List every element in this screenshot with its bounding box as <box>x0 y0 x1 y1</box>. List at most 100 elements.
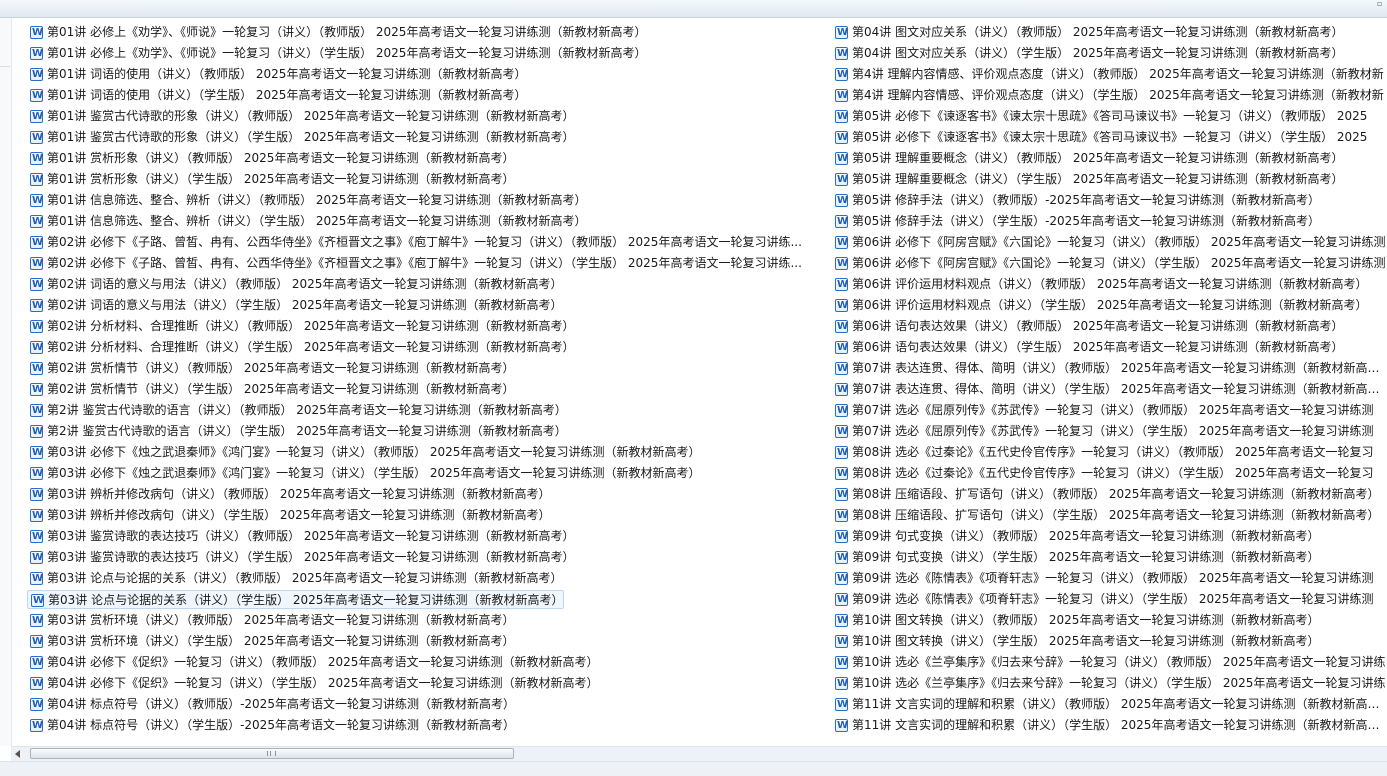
file-item[interactable]: 第02讲 分析材料、合理推断（讲义）（学生版） 2025年高考语文一轮复习讲练测… <box>27 338 574 357</box>
file-item[interactable]: 第07讲 选必《屈原列传》《苏武传》一轮复习（讲义）（学生版） 2025年高考语… <box>832 422 1373 441</box>
file-item[interactable]: 第06讲 必修下《阿房宫赋》《六国论》一轮复习（讲义）（教师版） 2025年高考… <box>832 233 1385 252</box>
file-item[interactable]: 第04讲 图文对应关系（讲义）（教师版） 2025年高考语文一轮复习讲练测（新教… <box>832 23 1343 42</box>
file-item[interactable]: 第09讲 句式变换（讲义）（学生版） 2025年高考语文一轮复习讲练测（新教材新… <box>832 548 1319 567</box>
word-document-icon <box>30 341 43 354</box>
file-item[interactable]: 第09讲 选必《陈情表》《项脊轩志》一轮复习（讲义）（学生版） 2025年高考语… <box>832 590 1373 609</box>
file-item[interactable]: 第04讲 标点符号（讲义）（学生版）-2025年高考语文一轮复习讲练测（新教材新… <box>27 716 515 735</box>
file-item[interactable]: 第01讲 赏析形象（讲义）（教师版） 2025年高考语文一轮复习讲练测（新教材新… <box>27 149 514 168</box>
file-item[interactable]: 第10讲 图文转换（讲义）（学生版） 2025年高考语文一轮复习讲练测（新教材新… <box>832 632 1319 651</box>
file-name-label: 第05讲 修辞手法（讲义）（教师版）-2025年高考语文一轮复习讲练测（新教材新… <box>852 193 1320 207</box>
file-item[interactable]: 第01讲 赏析形象（讲义）（学生版） 2025年高考语文一轮复习讲练测（新教材新… <box>27 170 514 189</box>
word-document-icon <box>30 362 43 375</box>
file-item[interactable]: 第4讲 理解内容情感、评价观点态度（讲义）（教师版） 2025年高考语文一轮复习… <box>832 65 1384 84</box>
word-document-icon <box>30 446 43 459</box>
file-item[interactable]: 第01讲 词语的使用（讲义）（学生版） 2025年高考语文一轮复习讲练测（新教材… <box>27 86 526 105</box>
file-item[interactable]: 第2讲 鉴赏古代诗歌的语言（讲义）（教师版） 2025年高考语文一轮复习讲练测（… <box>27 401 567 420</box>
file-item[interactable]: 第06讲 语句表达效果（讲义）（学生版） 2025年高考语文一轮复习讲练测（新教… <box>832 338 1343 357</box>
file-item[interactable]: 第01讲 必修上《劝学》、《师说》一轮复习（讲义）（教师版） 2025年高考语文… <box>27 23 646 42</box>
file-item[interactable]: 第02讲 词语的意义与用法（讲义）（教师版） 2025年高考语文一轮复习讲练测（… <box>27 275 562 294</box>
file-item[interactable]: 第01讲 信息筛选、整合、辨析（讲义）（学生版） 2025年高考语文一轮复习讲练… <box>27 212 586 231</box>
file-name-label: 第01讲 信息筛选、整合、辨析（讲义）（学生版） 2025年高考语文一轮复习讲练… <box>47 214 587 228</box>
word-document-icon <box>835 383 848 396</box>
file-name-label: 第07讲 选必《屈原列传》《苏武传》一轮复习（讲义）（教师版） 2025年高考语… <box>852 403 1374 417</box>
file-name-label: 第04讲 必修下《促织》一轮复习（讲义）（教师版） 2025年高考语文一轮复习讲… <box>47 655 599 669</box>
file-item[interactable]: 第11讲 文言实词的理解和积累（讲义）（教师版） 2025年高考语文一轮复习讲练… <box>832 695 1387 714</box>
file-item[interactable]: 第08讲 压缩语段、扩写语句（讲义）（学生版） 2025年高考语文一轮复习讲练测… <box>832 506 1379 525</box>
file-item[interactable]: 第09讲 句式变换（讲义）（教师版） 2025年高考语文一轮复习讲练测（新教材新… <box>832 527 1319 546</box>
file-item[interactable]: 第02讲 必修下《子路、曾皙、冉有、公西华侍坐》《齐桓晋文之事》《庖丁解牛》一轮… <box>27 233 802 252</box>
file-item[interactable]: 第07讲 表达连贯、得体、简明（讲义）（学生版） 2025年高考语文一轮复习讲练… <box>832 380 1387 399</box>
word-document-icon <box>30 656 43 669</box>
file-item[interactable]: 第03讲 必修下《烛之武退秦师》《鸿门宴》一轮复习（讲义）（教师版） 2025年… <box>27 443 700 462</box>
file-item[interactable]: 第04讲 标点符号（讲义）（教师版）-2025年高考语文一轮复习讲练测（新教材新… <box>27 695 515 714</box>
file-item[interactable]: 第02讲 词语的意义与用法（讲义）（学生版） 2025年高考语文一轮复习讲练测（… <box>27 296 562 315</box>
file-item[interactable]: 第09讲 选必《陈情表》《项脊轩志》一轮复习（讲义）（教师版） 2025年高考语… <box>832 569 1373 588</box>
file-item[interactable]: 第06讲 必修下《阿房宫赋》《六国论》一轮复习（讲义）（学生版） 2025年高考… <box>832 254 1385 273</box>
file-item[interactable]: 第02讲 必修下《子路、曾皙、冉有、公西华侍坐》《齐桓晋文之事》《庖丁解牛》一轮… <box>27 254 802 273</box>
file-name-label: 第10讲 图文转换（讲义）（教师版） 2025年高考语文一轮复习讲练测（新教材新… <box>852 613 1320 627</box>
status-bar <box>0 761 1387 776</box>
file-item[interactable]: 第06讲 语句表达效果（讲义）（教师版） 2025年高考语文一轮复习讲练测（新教… <box>832 317 1343 336</box>
file-name-label: 第06讲 评价运用材料观点（讲义）（教师版） 2025年高考语文一轮复习讲练测（… <box>852 277 1368 291</box>
file-name-label: 第01讲 词语的使用（讲义）（教师版） 2025年高考语文一轮复习讲练测（新教材… <box>47 67 527 81</box>
horizontal-scrollbar[interactable] <box>11 746 1387 761</box>
file-item[interactable]: 第01讲 信息筛选、整合、辨析（讲义）（教师版） 2025年高考语文一轮复习讲练… <box>27 191 586 210</box>
file-item[interactable]: 第07讲 选必《屈原列传》《苏武传》一轮复习（讲义）（教师版） 2025年高考语… <box>832 401 1373 420</box>
file-item[interactable]: 第06讲 评价运用材料观点（讲义）（学生版） 2025年高考语文一轮复习讲练测（… <box>832 296 1367 315</box>
word-document-icon <box>30 383 43 396</box>
file-item[interactable]: 第03讲 辨析并修改病句（讲义）（学生版） 2025年高考语文一轮复习讲练测（新… <box>27 506 550 525</box>
file-item[interactable]: 第01讲 必修上《劝学》、《师说》一轮复习（讲义）（学生版） 2025年高考语文… <box>27 44 646 63</box>
file-item[interactable]: 第10讲 选必《兰亭集序》《归去来兮辞》一轮复习（讲义）（学生版） 2025年高… <box>832 674 1385 693</box>
file-item[interactable]: 第01讲 鉴赏古代诗歌的形象（讲义）（教师版） 2025年高考语文一轮复习讲练测… <box>27 107 574 126</box>
file-item[interactable]: 第08讲 选必《过秦论》《五代史伶官传序》一轮复习（讲义）（教师版） 2025年… <box>832 443 1373 462</box>
file-name-label: 第02讲 词语的意义与用法（讲义）（学生版） 2025年高考语文一轮复习讲练测（… <box>47 298 563 312</box>
file-item[interactable]: 第05讲 修辞手法（讲义）（学生版）-2025年高考语文一轮复习讲练测（新教材新… <box>832 212 1320 231</box>
file-item[interactable]: 第03讲 辨析并修改病句（讲义）（教师版） 2025年高考语文一轮复习讲练测（新… <box>27 485 550 504</box>
file-item[interactable]: 第05讲 理解重要概念（讲义）（教师版） 2025年高考语文一轮复习讲练测（新教… <box>832 149 1343 168</box>
scrollbar-thumb[interactable] <box>30 748 514 759</box>
word-document-icon <box>835 320 848 333</box>
file-item[interactable]: 第02讲 分析材料、合理推断（讲义）（教师版） 2025年高考语文一轮复习讲练测… <box>27 317 574 336</box>
file-item[interactable]: 第02讲 赏析情节（讲义）（教师版） 2025年高考语文一轮复习讲练测（新教材新… <box>27 359 514 378</box>
file-item[interactable]: 第03讲 鉴赏诗歌的表达技巧（讲义）（教师版） 2025年高考语文一轮复习讲练测… <box>27 527 574 546</box>
word-document-icon <box>30 530 43 543</box>
file-item[interactable]: 第10讲 图文转换（讲义）（教师版） 2025年高考语文一轮复习讲练测（新教材新… <box>832 611 1319 630</box>
file-item[interactable]: 第04讲 图文对应关系（讲义）（学生版） 2025年高考语文一轮复习讲练测（新教… <box>832 44 1343 63</box>
word-document-icon <box>835 257 848 270</box>
file-item[interactable]: 第05讲 必修下《谏逐客书》《谏太宗十思疏》《答司马谏议书》一轮复习（讲义）（教… <box>832 107 1367 126</box>
file-item[interactable]: 第03讲 论点与论据的关系（讲义）（教师版） 2025年高考语文一轮复习讲练测（… <box>27 569 562 588</box>
word-document-icon <box>30 425 43 438</box>
file-item[interactable]: 第06讲 评价运用材料观点（讲义）（教师版） 2025年高考语文一轮复习讲练测（… <box>832 275 1367 294</box>
file-item[interactable]: 第03讲 鉴赏诗歌的表达技巧（讲义）（学生版） 2025年高考语文一轮复习讲练测… <box>27 548 574 567</box>
file-item[interactable]: 第04讲 必修下《促织》一轮复习（讲义）（教师版） 2025年高考语文一轮复习讲… <box>27 653 598 672</box>
file-name-label: 第02讲 分析材料、合理推断（讲义）（教师版） 2025年高考语文一轮复习讲练测… <box>47 319 575 333</box>
scroll-left-arrow-icon[interactable] <box>15 750 20 758</box>
file-item[interactable]: 第04讲 必修下《促织》一轮复习（讲义）（学生版） 2025年高考语文一轮复习讲… <box>27 674 598 693</box>
file-item[interactable]: 第07讲 表达连贯、得体、简明（讲义）（教师版） 2025年高考语文一轮复习讲练… <box>832 359 1387 378</box>
word-document-icon <box>30 719 43 732</box>
file-item[interactable]: 第05讲 修辞手法（讲义）（教师版）-2025年高考语文一轮复习讲练测（新教材新… <box>832 191 1320 210</box>
file-item[interactable]: 第03讲 赏析环境（讲义）（学生版） 2025年高考语文一轮复习讲练测（新教材新… <box>27 632 514 651</box>
file-item[interactable]: 第10讲 选必《兰亭集序》《归去来兮辞》一轮复习（讲义）（教师版） 2025年高… <box>832 653 1385 672</box>
word-document-icon <box>30 194 43 207</box>
file-name-label: 第01讲 赏析形象（讲义）（学生版） 2025年高考语文一轮复习讲练测（新教材新… <box>47 172 515 186</box>
file-item[interactable]: 第01讲 鉴赏古代诗歌的形象（讲义）（学生版） 2025年高考语文一轮复习讲练测… <box>27 128 574 147</box>
word-document-icon <box>30 467 43 480</box>
file-name-label: 第06讲 必修下《阿房宫赋》《六国论》一轮复习（讲义）（学生版） 2025年高考… <box>852 256 1386 270</box>
file-name-label: 第04讲 必修下《促织》一轮复习（讲义）（学生版） 2025年高考语文一轮复习讲… <box>47 676 599 690</box>
file-item[interactable]: 第11讲 文言实词的理解和积累（讲义）（学生版） 2025年高考语文一轮复习讲练… <box>832 716 1387 735</box>
file-item[interactable]: 第08讲 选必《过秦论》《五代史伶官传序》一轮复习（讲义）（学生版） 2025年… <box>832 464 1373 483</box>
file-item[interactable]: 第08讲 压缩语段、扩写语句（讲义）（教师版） 2025年高考语文一轮复习讲练测… <box>832 485 1379 504</box>
file-item[interactable]: 第02讲 赏析情节（讲义）（学生版） 2025年高考语文一轮复习讲练测（新教材新… <box>27 380 514 399</box>
word-document-icon <box>30 215 43 228</box>
file-item-selected[interactable]: 第03讲 论点与论据的关系（讲义）（学生版） 2025年高考语文一轮复习讲练测（… <box>27 590 565 609</box>
file-item[interactable]: 第01讲 词语的使用（讲义）（教师版） 2025年高考语文一轮复习讲练测（新教材… <box>27 65 526 84</box>
file-item[interactable]: 第03讲 赏析环境（讲义）（教师版） 2025年高考语文一轮复习讲练测（新教材新… <box>27 611 514 630</box>
file-item[interactable]: 第05讲 理解重要概念（讲义）（学生版） 2025年高考语文一轮复习讲练测（新教… <box>832 170 1343 189</box>
file-item[interactable]: 第4讲 理解内容情感、评价观点态度（讲义）（学生版） 2025年高考语文一轮复习… <box>832 86 1384 105</box>
file-name-label: 第02讲 必修下《子路、曾皙、冉有、公西华侍坐》《齐桓晋文之事》《庖丁解牛》一轮… <box>47 256 802 270</box>
file-item[interactable]: 第05讲 必修下《谏逐客书》《谏太宗十思疏》《答司马谏议书》一轮复习（讲义）（学… <box>832 128 1367 147</box>
file-item[interactable]: 第03讲 必修下《烛之武退秦师》《鸿门宴》一轮复习（讲义）（学生版） 2025年… <box>27 464 700 483</box>
file-item[interactable]: 第2讲 鉴赏古代诗歌的语言（讲义）（学生版） 2025年高考语文一轮复习讲练测（… <box>27 422 567 441</box>
word-document-icon <box>30 47 43 60</box>
